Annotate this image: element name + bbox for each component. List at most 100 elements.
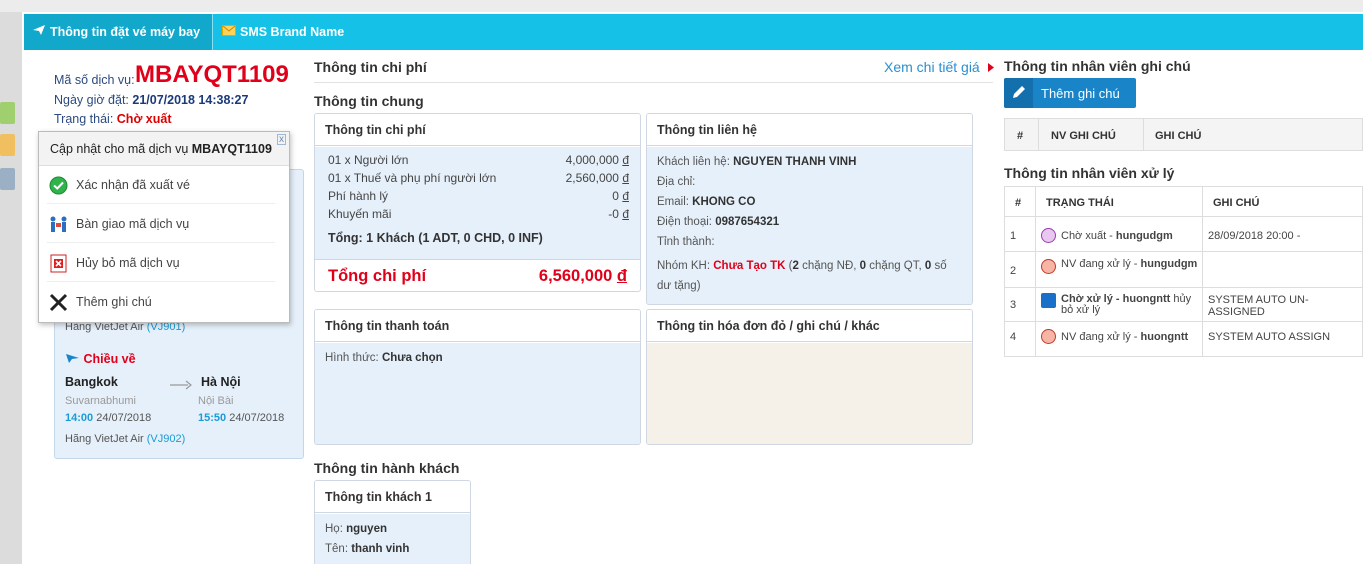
note-cell: SYSTEM AUTO ASSIGN (1208, 331, 1331, 343)
processing-table-header: # TRẠNG THÁI GHI CHÚ (1004, 186, 1363, 217)
tools-side-icon[interactable] (0, 168, 15, 190)
notes-table-header: # NV GHI CHÚ GHI CHÚ (1004, 118, 1363, 151)
passenger-box-title: Thông tin khách 1 (315, 481, 470, 513)
tab-sms-brand[interactable]: SMS Brand Name (214, 14, 364, 50)
to-airport: Nội Bài (198, 395, 234, 407)
note-cell: 28/09/2018 20:00 - (1208, 230, 1301, 242)
notes-heading: Thông tin nhân viên ghi chú (1004, 58, 1191, 74)
status-cell: Chờ xuất - hungudgm (1061, 230, 1173, 242)
general-heading: Thông tin chung (314, 93, 424, 109)
arrow-right-icon (170, 379, 192, 393)
table-row: 4 NV đang xử lý - huongntt SYSTEM AUTO A… (1004, 322, 1363, 357)
tab-bar: Thông tin đặt vé máy bay SMS Brand Name (24, 14, 1363, 50)
top-strip (0, 0, 1363, 12)
staff-face-icon (1041, 329, 1056, 344)
note-icon (49, 293, 68, 312)
payment-body: Hình thức: Chưa chọn (315, 343, 640, 444)
plane-return-icon (66, 354, 79, 363)
cancel-service-label: Hủy bỏ mã dịch vụ (76, 256, 180, 270)
return-airline: Hãng VietJet Air (VJ902) (65, 433, 186, 445)
contact-phone: Điện thoại: 0987654321 (657, 216, 780, 228)
status-cell: NV đang xử lý - hungudgm (1061, 258, 1198, 270)
contact-body: Khách liên hệ: NGUYEN THANH VINH Địa chỉ… (647, 147, 972, 304)
edit-side-icon[interactable] (0, 134, 15, 156)
cost-line-label: 01 x Người lớn (328, 153, 409, 167)
close-icon[interactable]: x (277, 134, 286, 145)
cancel-service-item[interactable]: Hủy bỏ mã dịch vụ (47, 244, 275, 282)
cost-line-value: 0 đ (612, 189, 629, 203)
cost-line-value: 4,000,000 đ (565, 153, 629, 167)
cost-box-title: Thông tin chi phí (315, 114, 640, 146)
contact-name: Khách liên hệ: NGUYEN THANH VINH (657, 156, 857, 168)
status-row: Trạng thái: Chờ xuất (54, 112, 172, 126)
plane-icon (32, 14, 46, 50)
contact-email: Email: KHONG CO (657, 196, 756, 208)
add-note-item[interactable]: Thêm ghi chú (47, 283, 275, 321)
handover-item[interactable]: Bàn giao mã dịch vụ (47, 205, 275, 243)
from-airport: Suvarnabhumi (65, 395, 136, 407)
check-circle-icon (49, 176, 68, 195)
cost-line-label: 01 x Thuế và phụ phí người lớn (328, 171, 497, 185)
person-info-icon (1041, 293, 1056, 308)
status-cell: NV đang xử lý - huongntt (1061, 331, 1189, 343)
invoice-box-title: Thông tin hóa đơn đỏ / ghi chú / khác (647, 310, 972, 342)
pending-face-icon (1041, 228, 1056, 243)
contact-box: Thông tin liên hệ Khách liên hệ: NGUYEN … (646, 113, 973, 305)
total-label: Tổng chi phí (328, 267, 427, 285)
passenger-first-name: Tên: thanh vinh (325, 543, 410, 555)
handover-label: Bàn giao mã dịch vụ (76, 217, 190, 231)
return-direction: Chiều về (65, 352, 136, 366)
status-value: Chờ xuất (116, 112, 172, 126)
price-detail-link[interactable]: Xem chi tiết giá (884, 59, 994, 75)
confirm-issued-item[interactable]: Xác nhận đã xuất vé (47, 166, 275, 204)
cost-line-label: Phí hành lý (328, 189, 389, 203)
passenger-box: Thông tin khách 1 Họ: nguyen Tên: thanh … (314, 480, 471, 564)
popup-title: Cập nhật cho mã dịch vụ MBAYQT1109 (39, 132, 289, 166)
payment-box: Thông tin thanh toán Hình thức: Chưa chọ… (314, 309, 641, 445)
left-gutter (0, 12, 22, 564)
arrival-time: 15:50 24/07/2018 (198, 412, 285, 424)
cost-line-value: -0 đ (608, 207, 629, 221)
total-value: 6,560,000 đ (538, 267, 627, 285)
table-row: 2 NV đang xử lý - hungudgm (1004, 252, 1363, 288)
table-row: 1 Chờ xuất - hungudgm 28/09/2018 20:00 - (1004, 217, 1363, 252)
from-city: Bangkok (65, 375, 118, 389)
add-note-button-label: Thêm ghi chú (1041, 86, 1120, 101)
staff-face-icon (1041, 259, 1056, 274)
passenger-last-name: Họ: nguyen (325, 523, 387, 535)
cost-box: Thông tin chi phí 01 x Người lớn 4,000,0… (314, 113, 641, 292)
booking-datetime: 21/07/2018 14:38:27 (132, 93, 249, 107)
contact-group: Nhóm KH: Chưa Tạo TK (2 chặng NĐ, 0 chặn… (657, 260, 947, 292)
cost-summary: Tổng: 1 Khách (1 ADT, 0 CHD, 0 INF) (328, 231, 543, 245)
tab-flight-booking-label: Thông tin đặt vé máy bay (50, 25, 201, 39)
service-code: MBAYQT1109 (135, 61, 289, 88)
payment-method: Hình thức: Chưa chọn (325, 352, 443, 364)
cost-line-label: Khuyến mãi (328, 207, 392, 221)
return-flight-code[interactable]: (VJ902) (147, 433, 186, 445)
tab-separator (212, 14, 213, 50)
tab-flight-booking[interactable]: Thông tin đặt vé máy bay (24, 14, 212, 50)
contact-address: Địa chỉ: (657, 176, 696, 188)
table-row: 3 Chờ xử lý - huongntt hủy bỏ xử lý SYST… (1004, 288, 1363, 322)
invoice-box: Thông tin hóa đơn đỏ / ghi chú / khác (646, 309, 973, 445)
cost-lines: 01 x Người lớn 4,000,000 đ 01 x Thuế và … (315, 147, 640, 259)
add-note-button[interactable]: Thêm ghi chú (1004, 78, 1136, 108)
divider (314, 82, 993, 83)
add-note-label: Thêm ghi chú (76, 295, 152, 309)
to-city: Hà Nội (201, 375, 241, 389)
cancel-doc-icon (49, 254, 68, 273)
chat-side-icon[interactable] (0, 102, 15, 124)
service-code-row: Mã số dịch vụ: (54, 73, 135, 87)
payment-box-title: Thông tin thanh toán (315, 310, 640, 342)
divider (315, 259, 640, 260)
note-cell: SYSTEM AUTO UN-ASSIGNED (1208, 294, 1309, 318)
cost-line-value: 2,560,000 đ (565, 171, 629, 185)
status-cell: Chờ xử lý - huongntt hủy bỏ xử lý (1061, 293, 1192, 316)
passengers-heading: Thông tin hành khách (314, 460, 460, 476)
handover-icon (49, 215, 68, 234)
mail-icon (222, 14, 236, 50)
caret-right-icon (987, 63, 994, 72)
contact-box-title: Thông tin liên hệ (647, 114, 972, 146)
confirm-issued-label: Xác nhận đã xuất vé (76, 178, 190, 192)
tab-sms-brand-label: SMS Brand Name (240, 25, 345, 39)
